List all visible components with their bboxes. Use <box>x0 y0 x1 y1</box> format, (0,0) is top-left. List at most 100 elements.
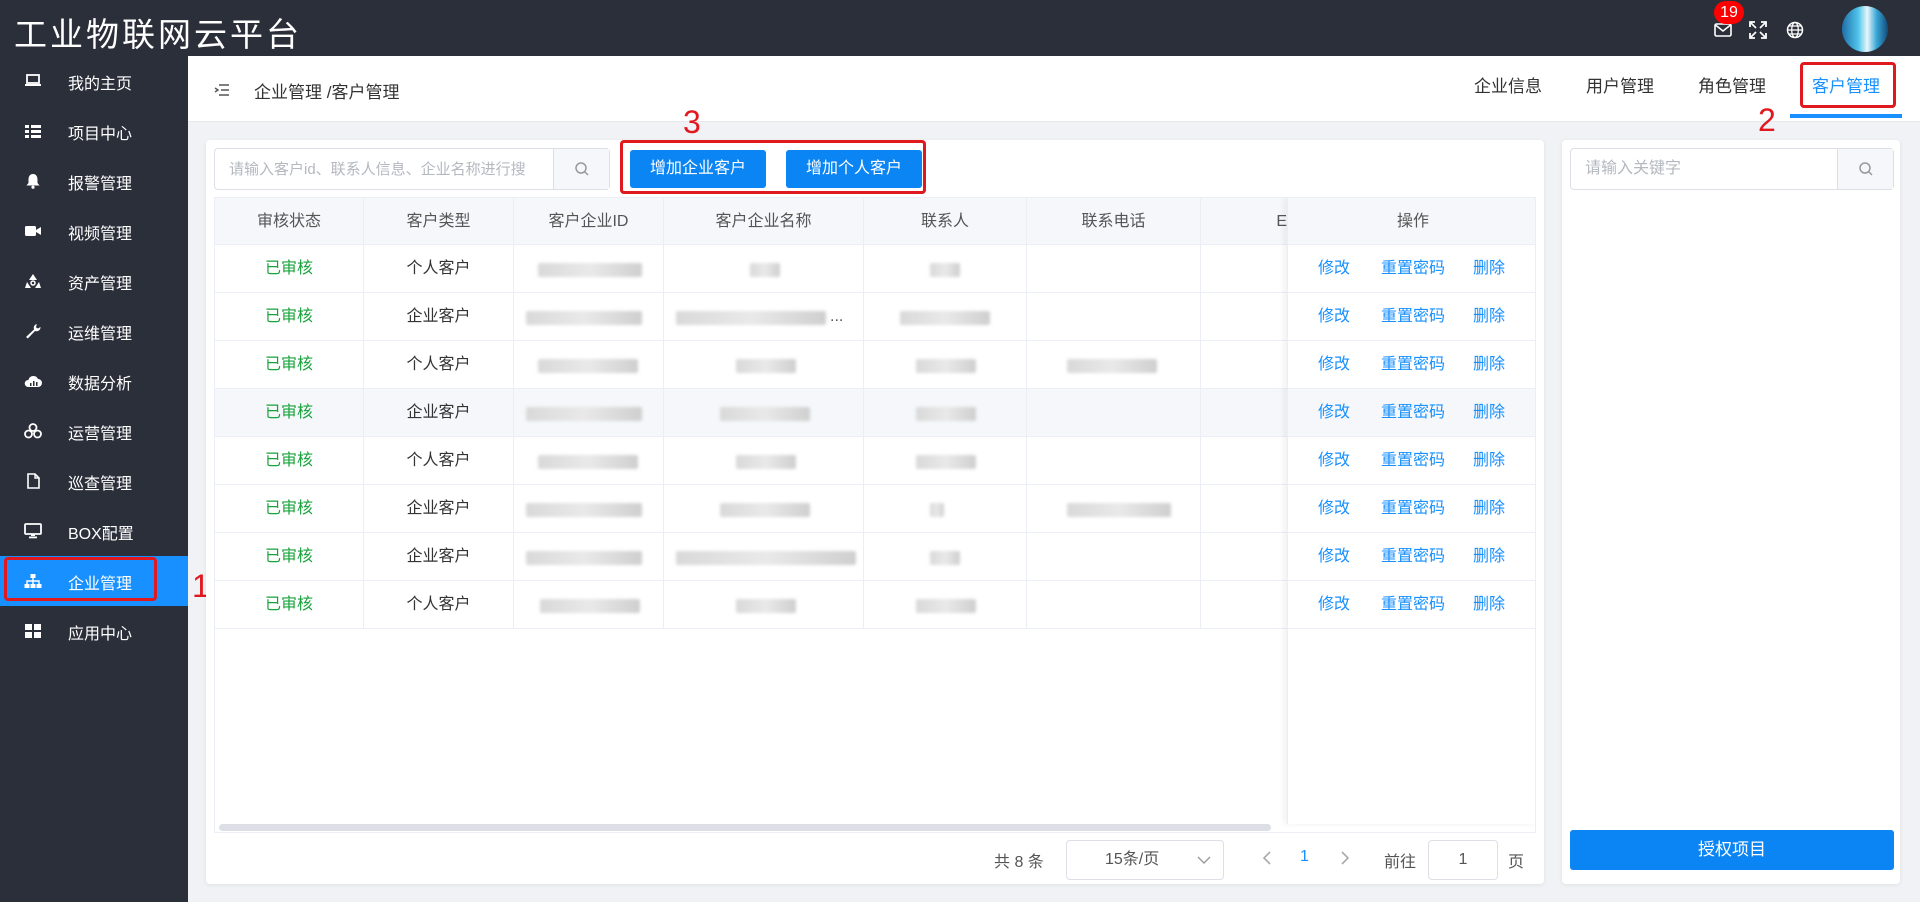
company-id-cell <box>514 485 664 532</box>
edit-button[interactable]: 修改 <box>1318 389 1350 436</box>
delete-button[interactable]: 删除 <box>1473 485 1505 532</box>
company-name-cell <box>664 389 864 436</box>
delete-button[interactable]: 删除 <box>1473 437 1505 484</box>
annotation-box-enterprise <box>4 557 157 601</box>
goto-page-input[interactable]: 1 <box>1428 840 1498 880</box>
sidebar-item-box-config[interactable]: BOX配置 <box>0 506 188 556</box>
sidebar-item-video[interactable]: 视频管理 <box>0 206 188 256</box>
list-icon <box>25 125 41 138</box>
company-id-cell <box>514 389 664 436</box>
sidebar-item-label: 我的主页 <box>68 76 133 93</box>
reset-password-button[interactable]: 重置密码 <box>1381 389 1445 436</box>
next-page-icon[interactable] <box>1338 848 1352 868</box>
recycle-icon <box>25 274 41 288</box>
tab-role-management[interactable]: 角色管理 <box>1698 72 1766 97</box>
cubes-icon <box>24 423 42 439</box>
phone-cell <box>1027 437 1201 484</box>
reset-password-button[interactable]: 重置密码 <box>1381 245 1445 292</box>
sidebar-item-operations[interactable]: 运维管理 <box>0 306 188 356</box>
contact-cell <box>864 293 1027 340</box>
file-icon <box>27 473 40 489</box>
column-header: 客户企业名称 <box>664 198 864 245</box>
keyword-search-button[interactable] <box>1837 149 1893 189</box>
grid-icon <box>25 624 41 638</box>
annotation-box-add-buttons <box>620 140 926 194</box>
sidebar-item-label: 资产管理 <box>68 276 133 293</box>
sidebar-item-label: 巡查管理 <box>68 476 133 493</box>
sidebar-item-label: 运营管理 <box>68 426 133 443</box>
reset-password-button[interactable]: 重置密码 <box>1381 581 1445 628</box>
globe-icon[interactable] <box>1785 20 1805 40</box>
video-icon <box>25 226 41 236</box>
page-size-select[interactable]: 15条/页 <box>1066 840 1224 880</box>
horizontal-scrollbar[interactable] <box>219 824 1271 831</box>
contact-cell <box>864 485 1027 532</box>
operations-row: 修改 重置密码 删除 <box>1288 389 1535 437</box>
delete-button[interactable]: 删除 <box>1473 389 1505 436</box>
company-name-cell <box>664 341 864 388</box>
status-cell: 已审核 <box>215 293 364 340</box>
reset-password-button[interactable]: 重置密码 <box>1381 485 1445 532</box>
sidebar-item-management[interactable]: 运营管理 <box>0 406 188 456</box>
sidebar: 我的主页 项目中心 报警管理 视频管理 资产管理 运维管理 数据分析 运营管理 … <box>0 56 188 902</box>
edit-button[interactable]: 修改 <box>1318 293 1350 340</box>
sidebar-item-assets[interactable]: 资产管理 <box>0 256 188 306</box>
app-title: 工业物联网云平台 <box>14 15 302 54</box>
sidebar-item-apps[interactable]: 应用中心 <box>0 606 188 656</box>
sidebar-item-analytics[interactable]: 数据分析 <box>0 356 188 406</box>
sidebar-item-home[interactable]: 我的主页 <box>0 56 188 106</box>
wrench-icon <box>26 324 41 339</box>
edit-button[interactable]: 修改 <box>1318 581 1350 628</box>
phone-cell <box>1027 581 1201 628</box>
breadcrumb: 企业管理 /客户管理 <box>254 83 400 102</box>
sidebar-item-alarms[interactable]: 报警管理 <box>0 156 188 206</box>
status-cell: 已审核 <box>215 485 364 532</box>
operations-row: 修改 重置密码 删除 <box>1288 437 1535 485</box>
reset-password-button[interactable]: 重置密码 <box>1381 533 1445 580</box>
contact-cell <box>864 341 1027 388</box>
phone-cell <box>1027 245 1201 292</box>
edit-button[interactable]: 修改 <box>1318 485 1350 532</box>
search-icon <box>575 162 589 176</box>
menu-collapse-icon[interactable] <box>214 83 230 97</box>
current-page-number[interactable]: 1 <box>1300 848 1309 866</box>
reset-password-button[interactable]: 重置密码 <box>1381 293 1445 340</box>
sidebar-item-inspection[interactable]: 巡查管理 <box>0 456 188 506</box>
sidebar-item-label: 项目中心 <box>68 126 133 143</box>
delete-button[interactable]: 删除 <box>1473 533 1505 580</box>
active-tab-indicator <box>1790 114 1902 118</box>
edit-button[interactable]: 修改 <box>1318 437 1350 484</box>
sidebar-item-label: 应用中心 <box>68 626 133 643</box>
tab-enterprise-info[interactable]: 企业信息 <box>1474 72 1542 97</box>
keyword-search-input[interactable] <box>1571 149 1841 189</box>
customer-table: 审核状态 客户类型 客户企业ID 客户企业名称 联系人 联系电话 E 已审核 个… <box>214 197 1536 833</box>
delete-button[interactable]: 删除 <box>1473 341 1505 388</box>
authorize-project-button[interactable]: 授权项目 <box>1570 830 1894 870</box>
status-cell: 已审核 <box>215 341 364 388</box>
delete-button[interactable]: 删除 <box>1473 581 1505 628</box>
edit-button[interactable]: 修改 <box>1318 533 1350 580</box>
cloud-chart-icon <box>24 375 42 387</box>
sidebar-item-projects[interactable]: 项目中心 <box>0 106 188 156</box>
prev-page-icon[interactable] <box>1260 848 1274 868</box>
edit-button[interactable]: 修改 <box>1318 245 1350 292</box>
delete-button[interactable]: 删除 <box>1473 245 1505 292</box>
reset-password-button[interactable]: 重置密码 <box>1381 437 1445 484</box>
customer-search-input[interactable] <box>215 149 555 189</box>
customer-search <box>214 148 610 190</box>
fullscreen-icon[interactable] <box>1748 20 1768 40</box>
edit-button[interactable]: 修改 <box>1318 341 1350 388</box>
tab-user-management[interactable]: 用户管理 <box>1586 72 1654 97</box>
delete-button[interactable]: 删除 <box>1473 293 1505 340</box>
company-name-cell <box>664 437 864 484</box>
annotation-box-customer-tab <box>1800 62 1896 108</box>
company-id-cell <box>514 533 664 580</box>
page-suffix-label: 页 <box>1508 854 1525 871</box>
customer-search-button[interactable] <box>553 149 609 189</box>
reset-password-button[interactable]: 重置密码 <box>1381 341 1445 388</box>
type-cell: 个人客户 <box>364 341 514 388</box>
column-header: 客户类型 <box>364 198 514 245</box>
pagination-total: 共 8 条 <box>994 854 1044 871</box>
user-avatar[interactable] <box>1842 6 1888 52</box>
company-id-cell <box>514 341 664 388</box>
